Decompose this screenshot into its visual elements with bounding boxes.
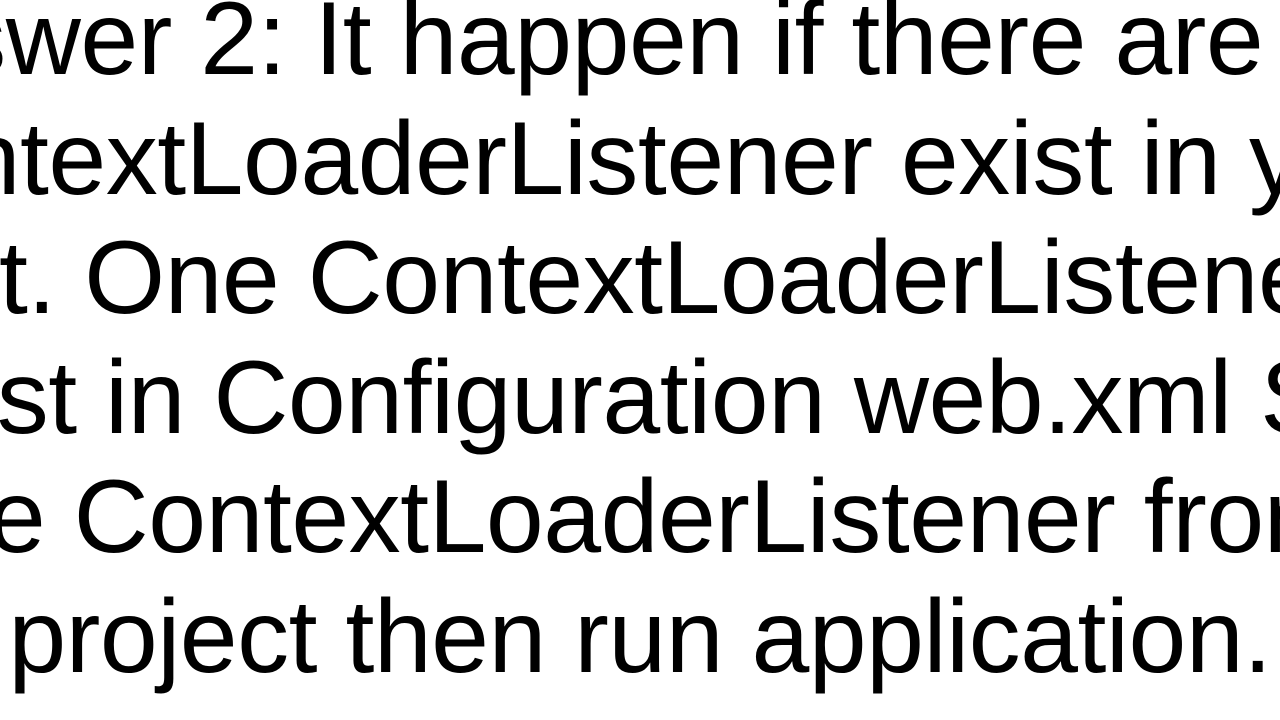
document-body-text: Answer 2: It happen if there are two Con… — [0, 0, 1280, 698]
